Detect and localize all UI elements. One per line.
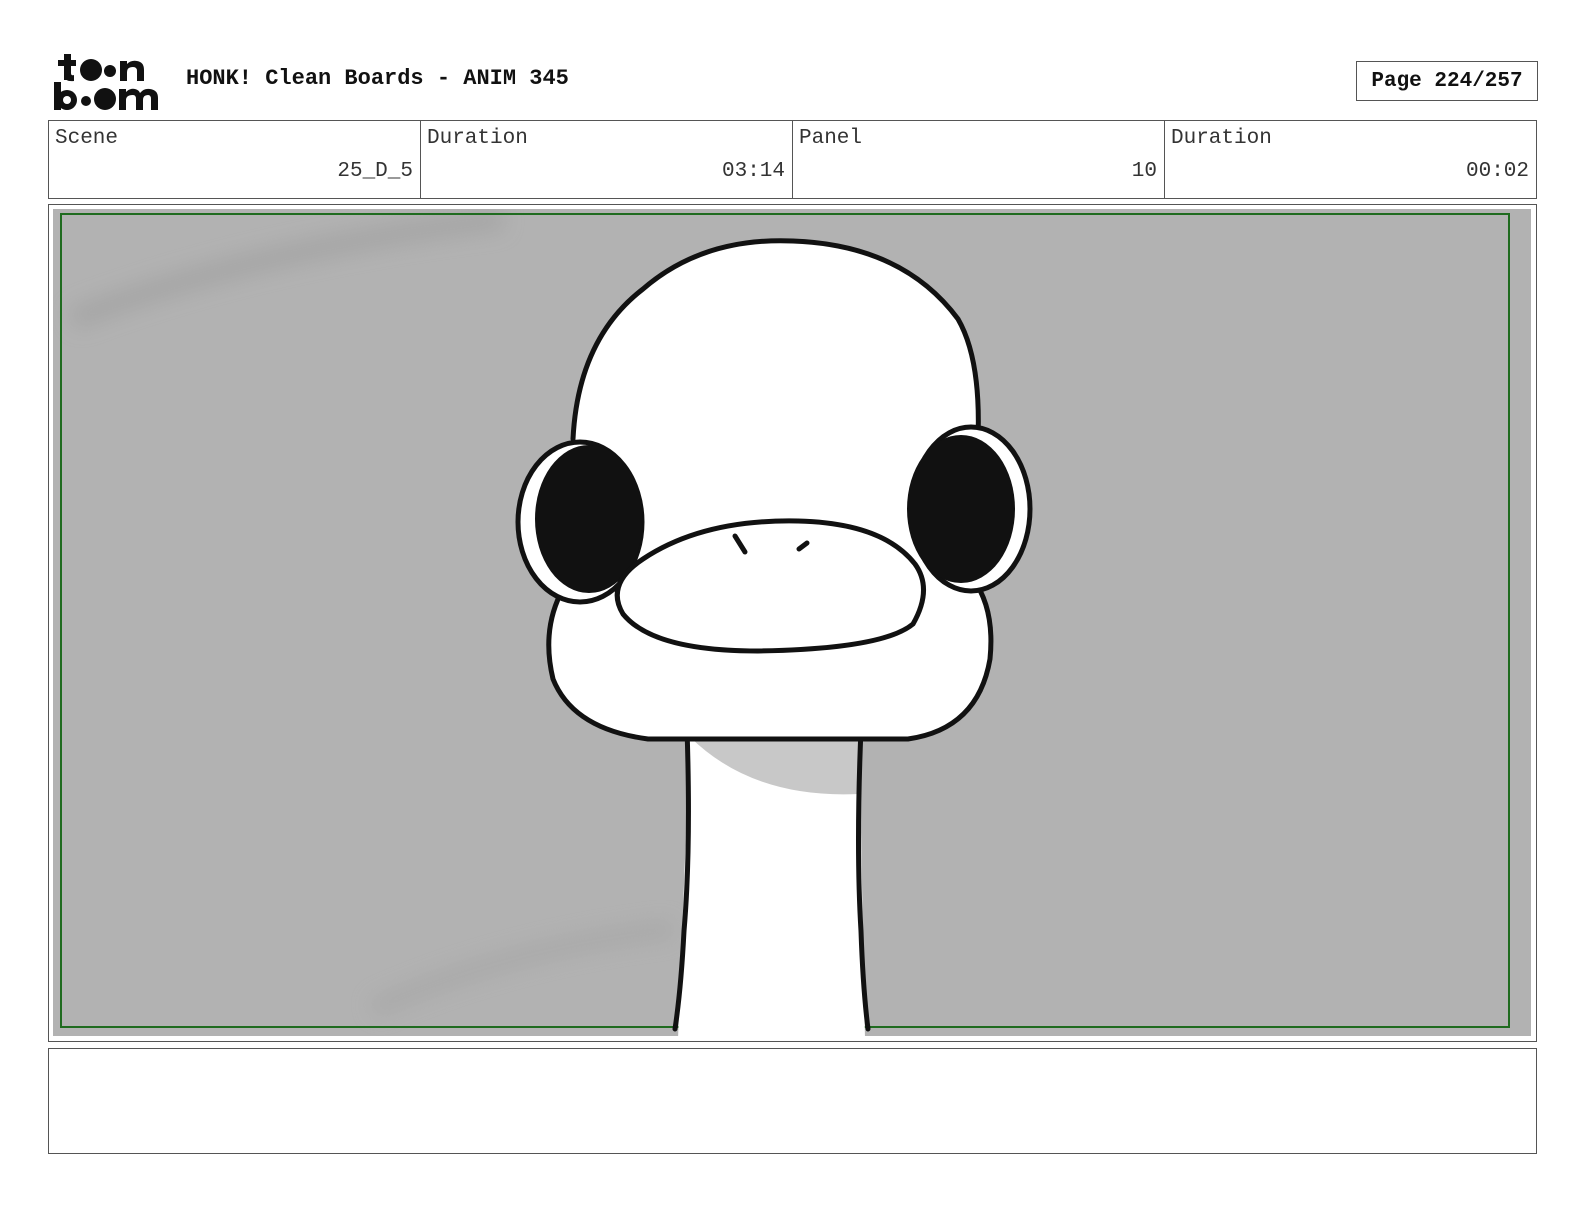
goose-illustration [60, 209, 1510, 1036]
background-streak [69, 209, 505, 330]
page-number: Page 224/257 [1356, 61, 1538, 101]
document-title: HONK! Clean Boards - ANIM 345 [186, 66, 569, 91]
goose-neck [672, 726, 871, 1036]
background-streak [369, 920, 675, 1018]
panel-background [53, 209, 1531, 1036]
toonboom-logo [54, 54, 158, 110]
panel-duration-label: Duration [1171, 127, 1272, 150]
scene-duration-label: Duration [427, 127, 528, 150]
scene-info-table: Scene 25_D_5 Duration 03:14 Panel 10 Dur… [48, 120, 1537, 199]
panel-cell: Panel 10 [793, 121, 1165, 198]
panel-notes-box [48, 1048, 1537, 1154]
scene-duration-value: 03:14 [721, 160, 785, 183]
scene-value: 25_D_5 [337, 160, 413, 183]
panel-duration-value: 00:02 [1465, 160, 1529, 183]
panel-value: 10 [1131, 160, 1157, 183]
scene-label: Scene [55, 127, 119, 150]
scene-cell: Scene 25_D_5 [49, 121, 421, 198]
panel-duration-cell: Duration 00:02 [1165, 121, 1536, 198]
storyboard-panel [48, 204, 1537, 1042]
scene-duration-cell: Duration 03:14 [421, 121, 793, 198]
panel-label: Panel [799, 127, 863, 150]
